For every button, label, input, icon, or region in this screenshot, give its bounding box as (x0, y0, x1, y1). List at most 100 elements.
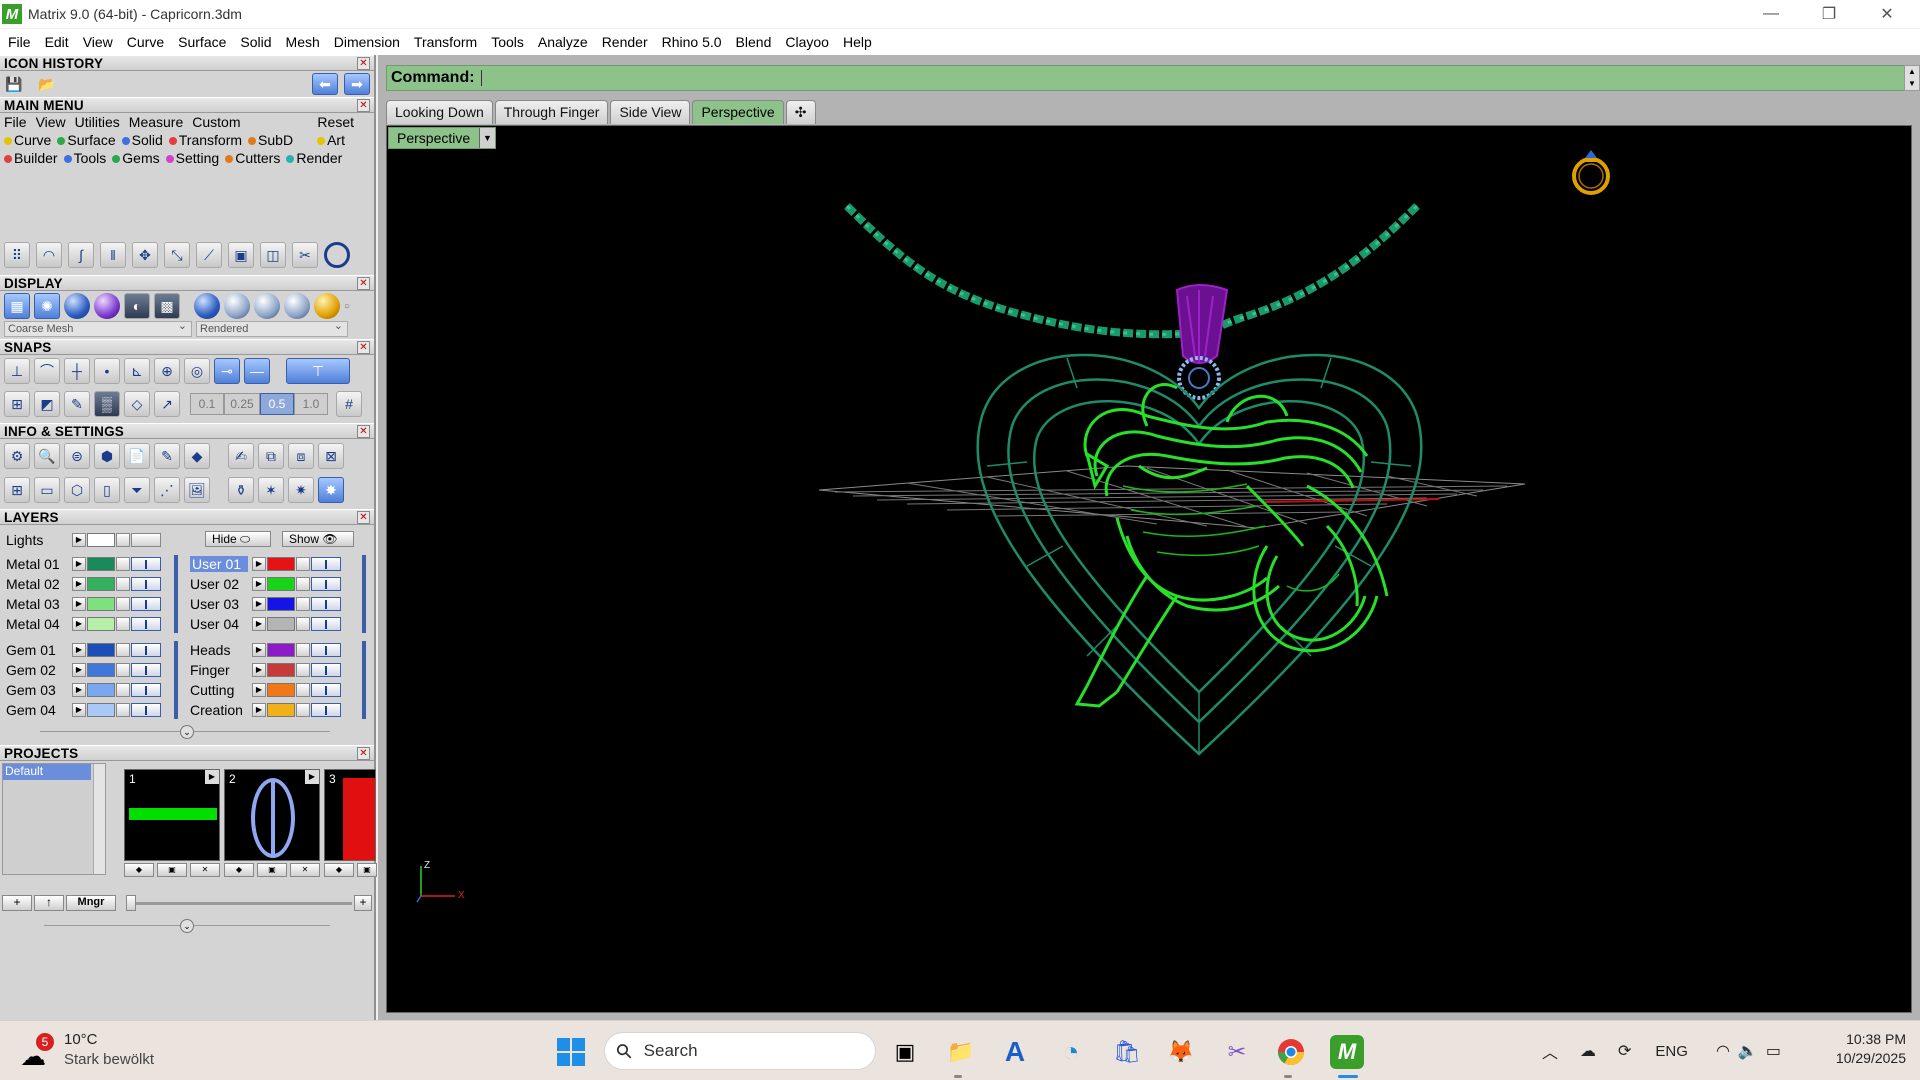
lock-icon[interactable] (116, 557, 130, 571)
visibility-icon[interactable] (311, 577, 341, 591)
layer-color-swatch[interactable] (87, 577, 115, 591)
close-icon[interactable]: ✕ (357, 57, 370, 70)
lights-visibility-toggle[interactable] (131, 533, 161, 547)
collapse-chevron-icon[interactable]: ⌄ (180, 725, 194, 739)
visibility-icon[interactable] (131, 683, 161, 697)
snap-value-0.1[interactable]: 0.1 (190, 393, 224, 415)
group-icon[interactable]: ▣ (228, 242, 254, 268)
menu-clayoo[interactable]: Clayoo (783, 34, 837, 50)
mm-view[interactable]: View (36, 114, 66, 130)
close-icon[interactable]: ✕ (357, 341, 370, 354)
save-icon[interactable]: ▣ (157, 863, 187, 877)
lock-icon[interactable] (116, 617, 130, 631)
curve-icon[interactable]: ∫ (68, 242, 94, 268)
copy-icon[interactable]: ⧉ (258, 443, 284, 469)
mm-builder[interactable]: Builder (4, 150, 58, 166)
expand-arrow-icon[interactable]: ▶ (252, 557, 266, 571)
metal-sphere-icon[interactable] (254, 293, 280, 319)
scale-icon[interactable]: ⤡ (164, 242, 190, 268)
battery-icon[interactable]: ▭ (1766, 1041, 1781, 1061)
mm-reset[interactable]: Reset (317, 114, 354, 130)
visibility-icon[interactable] (131, 643, 161, 657)
snap-mid-icon[interactable]: ┼ (64, 358, 90, 384)
add-icon[interactable]: + (354, 895, 372, 911)
sync-icon[interactable]: ⟳ (1618, 1041, 1631, 1061)
layer-row[interactable]: Cutting ▶ (190, 681, 341, 699)
bounding-icon[interactable]: ⬡ (64, 477, 90, 503)
visibility-icon[interactable] (311, 597, 341, 611)
windows-icon[interactable]: ⊞ (4, 477, 30, 503)
layer-row[interactable]: Gem 04 ▶ (6, 701, 161, 719)
visibility-icon[interactable] (311, 557, 341, 571)
save-icon[interactable]: ▣ (257, 863, 287, 877)
mm-gems[interactable]: Gems (112, 150, 160, 166)
visibility-icon[interactable] (131, 703, 161, 717)
mm-setting[interactable]: Setting (165, 150, 219, 166)
layer-color-swatch[interactable] (267, 643, 295, 657)
close-icon[interactable]: ✕ (290, 863, 320, 877)
restore-button[interactable]: ❐ (1800, 0, 1858, 28)
layer-color-swatch[interactable] (87, 703, 115, 717)
menu-dimension[interactable]: Dimension (332, 34, 408, 50)
pin-icon[interactable]: ◆ (324, 863, 354, 877)
expand-arrow-icon[interactable]: ▶ (252, 617, 266, 631)
snap-perp-icon[interactable]: ⊾ (124, 358, 150, 384)
layer-color-swatch[interactable] (87, 643, 115, 657)
up-arrow-icon[interactable]: ↑ (34, 895, 64, 911)
layer-color-swatch[interactable] (87, 557, 115, 571)
layer-row[interactable]: Metal 04 ▶ (6, 615, 161, 633)
project-slider-track[interactable] (126, 902, 352, 905)
expand-arrow-icon[interactable]: ▶ (72, 557, 86, 571)
mm-utilities[interactable]: Utilities (75, 114, 120, 130)
expand-arrow-icon[interactable]: ▶ (72, 533, 86, 547)
mm-art[interactable]: Art (317, 132, 345, 148)
expand-arrow-icon[interactable]: ▶ (72, 577, 86, 591)
layer-row[interactable]: User 04 ▶ (190, 615, 341, 633)
visibility-icon[interactable] (311, 663, 341, 677)
snap-ortho-icon[interactable]: ⊸ (214, 358, 240, 384)
visibility-icon[interactable] (311, 617, 341, 631)
add-tab-icon[interactable]: ✣ (785, 100, 816, 124)
menu-edit[interactable]: Edit (43, 34, 77, 50)
project-thumb[interactable]: 2 ▶ (224, 769, 320, 861)
grid-view-icon[interactable]: ▦ (4, 293, 30, 319)
mesh-mode-dropdown[interactable]: Coarse Mesh (4, 319, 192, 337)
edge-browser-icon[interactable]: ◔ (1054, 1035, 1088, 1069)
snap-near-icon[interactable]: ⌒ (34, 358, 60, 384)
firefox-icon[interactable]: 🦊 (1164, 1035, 1198, 1069)
search-settings-icon[interactable]: 🔍 (34, 443, 60, 469)
brush-icon[interactable]: ✍ (228, 443, 254, 469)
small-circle-icon[interactable]: ○ (344, 301, 350, 312)
plane-icon[interactable]: ◇ (124, 391, 150, 417)
layer-row[interactable]: User 03 ▶ (190, 595, 341, 613)
mm-curve[interactable]: Curve (4, 132, 51, 148)
expand-arrow-icon[interactable]: ▶ (72, 663, 86, 677)
layer-row[interactable]: User 02 ▶ (190, 575, 341, 593)
pin-icon[interactable]: ◆ (124, 863, 154, 877)
menu-mesh[interactable]: Mesh (284, 34, 328, 50)
project-thumb[interactable]: 1 ▶ (124, 769, 220, 861)
expand-arrow-icon[interactable]: ▶ (252, 683, 266, 697)
expand-arrow-icon[interactable]: ▶ (252, 703, 266, 717)
expand-arrow-icon[interactable]: ▶ (72, 683, 86, 697)
menu-view[interactable]: View (81, 34, 121, 50)
perspective-viewport[interactable]: Perspective ▼ Z X (386, 125, 1912, 1013)
lock-icon[interactable] (116, 703, 130, 717)
snipping-tool-icon[interactable]: ✂ (1220, 1035, 1254, 1069)
layer-row[interactable]: Heads ▶ (190, 641, 341, 659)
visibility-icon[interactable] (311, 703, 341, 717)
mm-transform[interactable]: Transform (168, 132, 242, 148)
layer-row[interactable]: Gem 03 ▶ (6, 681, 161, 699)
expand-arrow-icon[interactable]: ▶ (252, 597, 266, 611)
project-thumb[interactable]: 3 (324, 769, 376, 861)
layer-row[interactable]: Finger ▶ (190, 661, 341, 679)
arrow-snap-icon[interactable]: ↗ (154, 391, 180, 417)
expand-arrow-icon[interactable]: ▶ (72, 617, 86, 631)
mm-cutters[interactable]: Cutters (225, 150, 280, 166)
snap-center-icon[interactable]: ◎ (184, 358, 210, 384)
lock-icon[interactable] (296, 617, 310, 631)
circle-icon[interactable] (324, 242, 350, 268)
mm-file[interactable]: File (4, 114, 27, 130)
wire-sphere-icon[interactable] (224, 293, 250, 319)
expand-arrow-icon[interactable]: ▶ (72, 703, 86, 717)
